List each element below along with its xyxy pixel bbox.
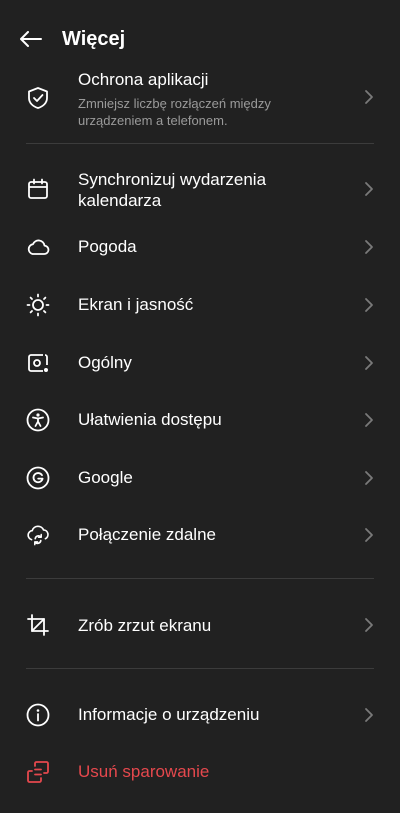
menu-item-label: Ogólny bbox=[78, 353, 132, 372]
menu-item-label: Informacje o urządzeniu bbox=[78, 705, 260, 724]
chevron-right-icon bbox=[362, 181, 376, 197]
menu-item-general[interactable]: Ogólny bbox=[0, 340, 400, 386]
menu-item-label: Pogoda bbox=[78, 237, 137, 256]
back-button[interactable] bbox=[18, 28, 44, 50]
general-settings-icon bbox=[26, 351, 50, 375]
section-divider bbox=[26, 578, 374, 579]
brightness-icon bbox=[26, 293, 50, 317]
chevron-right-icon bbox=[362, 297, 376, 313]
section-divider bbox=[26, 668, 374, 669]
cloud-icon bbox=[26, 235, 50, 259]
chevron-right-icon bbox=[362, 617, 376, 633]
section-divider bbox=[26, 143, 374, 144]
calendar-icon bbox=[26, 177, 50, 201]
menu-item-label: Usuń sparowanie bbox=[78, 762, 210, 781]
menu-item-display-brightness[interactable]: Ekran i jasność bbox=[0, 282, 400, 328]
remote-connection-icon bbox=[26, 523, 50, 547]
unpair-button[interactable]: Usuń sparowanie bbox=[0, 749, 400, 795]
menu-item-label: Ułatwienia dostępu bbox=[78, 410, 222, 429]
chevron-right-icon bbox=[362, 470, 376, 486]
menu-item-device-info[interactable]: Informacje o urządzeniu bbox=[0, 692, 400, 738]
page-title: Więcej bbox=[62, 28, 126, 50]
chevron-right-icon bbox=[362, 412, 376, 428]
menu-item-description: Zmniejsz liczbę rozłączeń między urządze… bbox=[78, 96, 271, 128]
chevron-right-icon bbox=[362, 527, 376, 543]
menu-item-label: Google bbox=[78, 468, 133, 487]
google-icon bbox=[26, 466, 50, 490]
menu-item-screenshot[interactable]: Zrób zrzut ekranu bbox=[0, 602, 400, 648]
chevron-right-icon bbox=[362, 239, 376, 255]
menu-item-label: Połączenie zdalne bbox=[78, 525, 216, 544]
menu-item-label: Synchronizuj wydarzenia kalendarza bbox=[78, 170, 267, 210]
menu-item-label: Zrób zrzut ekranu bbox=[78, 616, 212, 635]
menu-item-label: Ochrona aplikacji bbox=[78, 70, 209, 89]
chevron-right-icon bbox=[362, 355, 376, 371]
accessibility-icon bbox=[26, 408, 50, 432]
chevron-right-icon bbox=[362, 89, 376, 105]
menu-item-app-protection[interactable]: Ochrona aplikacji Zmniejsz liczbę rozłąc… bbox=[0, 62, 400, 132]
menu-item-label: Ekran i jasność bbox=[78, 295, 194, 314]
shield-check-icon bbox=[26, 86, 50, 110]
back-arrow-icon bbox=[20, 31, 42, 47]
unpair-icon bbox=[26, 760, 50, 784]
menu-item-remote-connection[interactable]: Połączenie zdalne bbox=[0, 512, 400, 558]
menu-item-weather[interactable]: Pogoda bbox=[0, 224, 400, 270]
chevron-right-icon bbox=[362, 707, 376, 723]
menu-item-accessibility[interactable]: Ułatwienia dostępu bbox=[0, 397, 400, 443]
screenshot-crop-icon bbox=[26, 613, 50, 637]
menu-item-google[interactable]: Google bbox=[0, 455, 400, 501]
info-icon bbox=[26, 703, 50, 727]
menu-item-calendar-sync[interactable]: Synchronizuj wydarzenia kalendarza bbox=[0, 160, 400, 218]
